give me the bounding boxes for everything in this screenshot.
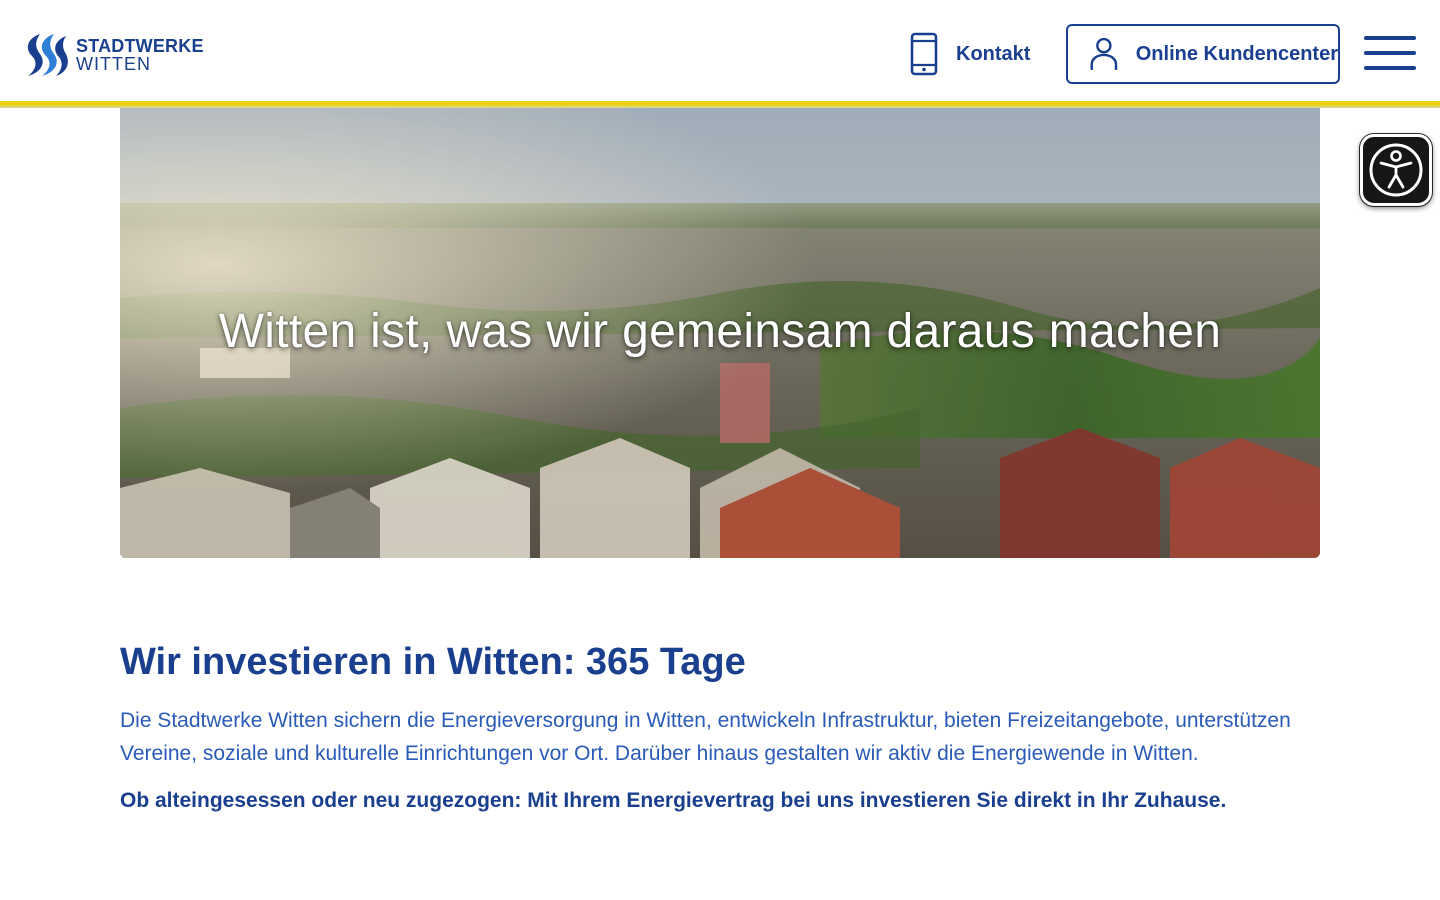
menu-line	[1364, 51, 1416, 55]
logo-text-line2: WITTEN	[76, 54, 151, 74]
online-kundencenter-button[interactable]: Online Kundencenter	[1066, 24, 1340, 84]
intro-heading: Wir investieren in Witten: 365 Tage	[120, 641, 746, 683]
hero-banner: Witten ist, was wir gemeinsam daraus mac…	[120, 108, 1320, 558]
header-accent-bar	[0, 101, 1440, 108]
kontakt-link[interactable]: Kontakt	[906, 30, 1030, 78]
accessibility-person-icon	[1369, 143, 1423, 197]
smartphone-icon	[910, 32, 938, 76]
stadtwerke-witten-logo[interactable]: STADTWERKE WITTEN	[22, 32, 212, 78]
kontakt-label: Kontakt	[956, 42, 1031, 65]
hamburger-menu-icon[interactable]	[1364, 36, 1416, 72]
intro-section: Wir investieren in Witten: 365 Tage Die …	[120, 636, 1320, 816]
kundencenter-label: Online Kundencenter	[1135, 42, 1338, 65]
menu-line	[1364, 66, 1416, 70]
logo-swirl-icon	[27, 34, 68, 76]
intro-paragraph: Die Stadtwerke Witten sichern die Energi…	[120, 709, 1291, 765]
intro-emphasis: Ob alteingesessen oder neu zugezogen: Mi…	[120, 789, 1227, 812]
hero-title: Witten ist, was wir gemeinsam daraus mac…	[218, 305, 1222, 358]
site-header: STADTWERKE WITTEN Kontakt Online Kundenc…	[0, 0, 1440, 102]
menu-line	[1364, 36, 1416, 40]
user-icon	[1090, 37, 1118, 70]
accessibility-button[interactable]	[1360, 134, 1432, 206]
